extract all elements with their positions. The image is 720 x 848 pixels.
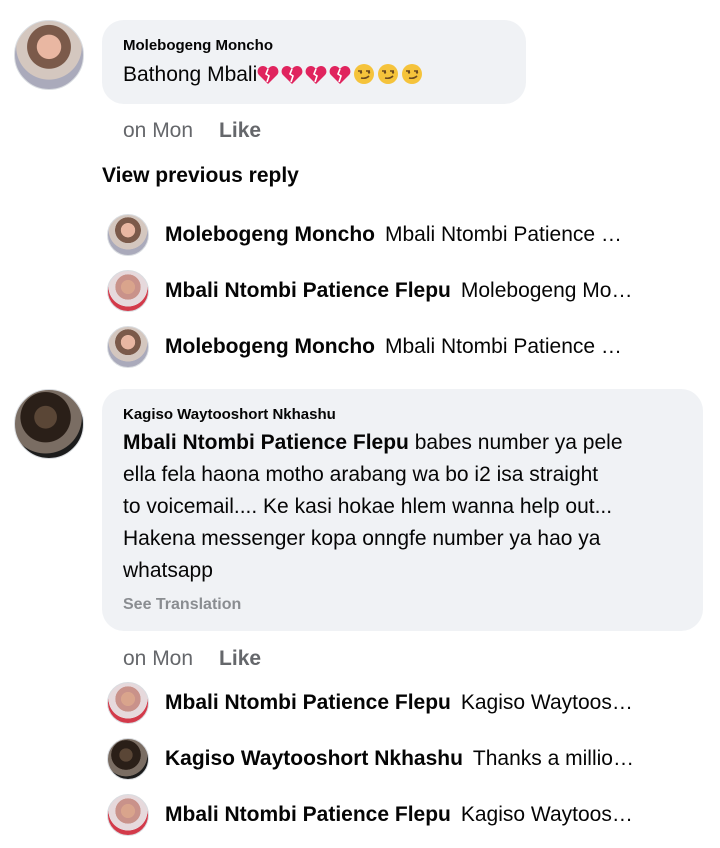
avatar[interactable] xyxy=(107,326,149,368)
comment-text-line: to voicemail.... Ke kasi hokae hlem wann… xyxy=(123,495,613,518)
comment-bubble: Molebogeng Moncho Bathong Mbali xyxy=(102,20,526,104)
avatar[interactable] xyxy=(107,682,149,724)
see-translation-link[interactable]: See Translation xyxy=(123,596,241,614)
mention-link[interactable]: Mbali Ntombi Patience Flepu xyxy=(123,431,409,454)
broken-heart-icon xyxy=(281,63,303,85)
comment-text: Bathong Mbali xyxy=(123,59,425,91)
avatar[interactable] xyxy=(107,214,149,256)
avatar[interactable] xyxy=(107,270,149,312)
comment-text-line: Hakena messenger kopa onngfe number ya h… xyxy=(123,527,601,550)
reply-author[interactable]: Mbali Ntombi Patience Flepu xyxy=(165,279,451,302)
broken-heart-icon xyxy=(329,63,351,85)
reply-row[interactable]: Mbali Ntombi Patience Flepu Kagiso Waytoo… xyxy=(107,682,707,726)
reply-row[interactable]: Mbali Ntombi Patience Flepu Kagiso Waytoo… xyxy=(107,794,707,838)
emoji-row xyxy=(257,63,425,86)
reply-text: Thanks a millio… xyxy=(472,747,634,770)
comment-text-line: ella fela haona motho arabang wa bo i2 i… xyxy=(123,463,599,486)
broken-heart-icon xyxy=(257,63,279,85)
comment-time[interactable]: on Mon xyxy=(123,647,193,670)
comment-text-content: Bathong Mbali xyxy=(123,63,258,86)
avatar[interactable] xyxy=(14,20,84,90)
comment-time[interactable]: on Mon xyxy=(123,119,193,142)
broken-heart-icon xyxy=(305,63,327,85)
avatar[interactable] xyxy=(107,794,149,836)
avatar[interactable] xyxy=(107,738,149,780)
comment-text-line: whatsapp xyxy=(123,559,213,582)
view-previous-reply-link[interactable]: View previous reply xyxy=(102,164,299,188)
comment-meta: on Mon Like xyxy=(123,647,261,671)
reply-author[interactable]: Mbali Ntombi Patience Flepu xyxy=(165,803,451,826)
comment-author[interactable]: Molebogeng Moncho xyxy=(123,37,273,54)
smirking-face-icon xyxy=(377,63,399,85)
reply-text: Kagiso Waytoos… xyxy=(460,691,633,714)
smirking-face-icon xyxy=(401,63,423,85)
reply-text: Mbali Ntombi Patience … xyxy=(384,335,622,358)
reply-row[interactable]: Molebogeng Moncho Mbali Ntombi Patience … xyxy=(107,214,707,258)
smirking-face-icon xyxy=(353,63,375,85)
comment-bubble: Kagiso Waytooshort Nkhashu Mbali Ntombi … xyxy=(102,389,703,631)
reply-text: Kagiso Waytoos… xyxy=(460,803,633,826)
reply-text: Mbali Ntombi Patience … xyxy=(384,223,622,246)
avatar[interactable] xyxy=(14,389,84,459)
reply-author[interactable]: Molebogeng Moncho xyxy=(165,335,375,358)
reply-row[interactable]: Mbali Ntombi Patience Flepu Molebogeng Mo… xyxy=(107,270,707,314)
reply-text: Molebogeng Mo… xyxy=(460,279,633,302)
reply-author[interactable]: Mbali Ntombi Patience Flepu xyxy=(165,691,451,714)
like-button[interactable]: Like xyxy=(219,647,261,670)
comment-meta: on Mon Like xyxy=(123,119,261,143)
like-button[interactable]: Like xyxy=(219,119,261,142)
comment-author[interactable]: Kagiso Waytooshort Nkhashu xyxy=(123,406,336,423)
reply-author[interactable]: Molebogeng Moncho xyxy=(165,223,375,246)
reply-author[interactable]: Kagiso Waytooshort Nkhashu xyxy=(165,747,463,770)
reply-row[interactable]: Kagiso Waytooshort Nkhashu Thanks a milli… xyxy=(107,738,707,782)
comment-text-line: babes number ya pele xyxy=(408,431,623,454)
reply-row[interactable]: Molebogeng Moncho Mbali Ntombi Patience … xyxy=(107,326,707,370)
comment-text: Mbali Ntombi Patience Flepu babes number… xyxy=(123,427,623,587)
